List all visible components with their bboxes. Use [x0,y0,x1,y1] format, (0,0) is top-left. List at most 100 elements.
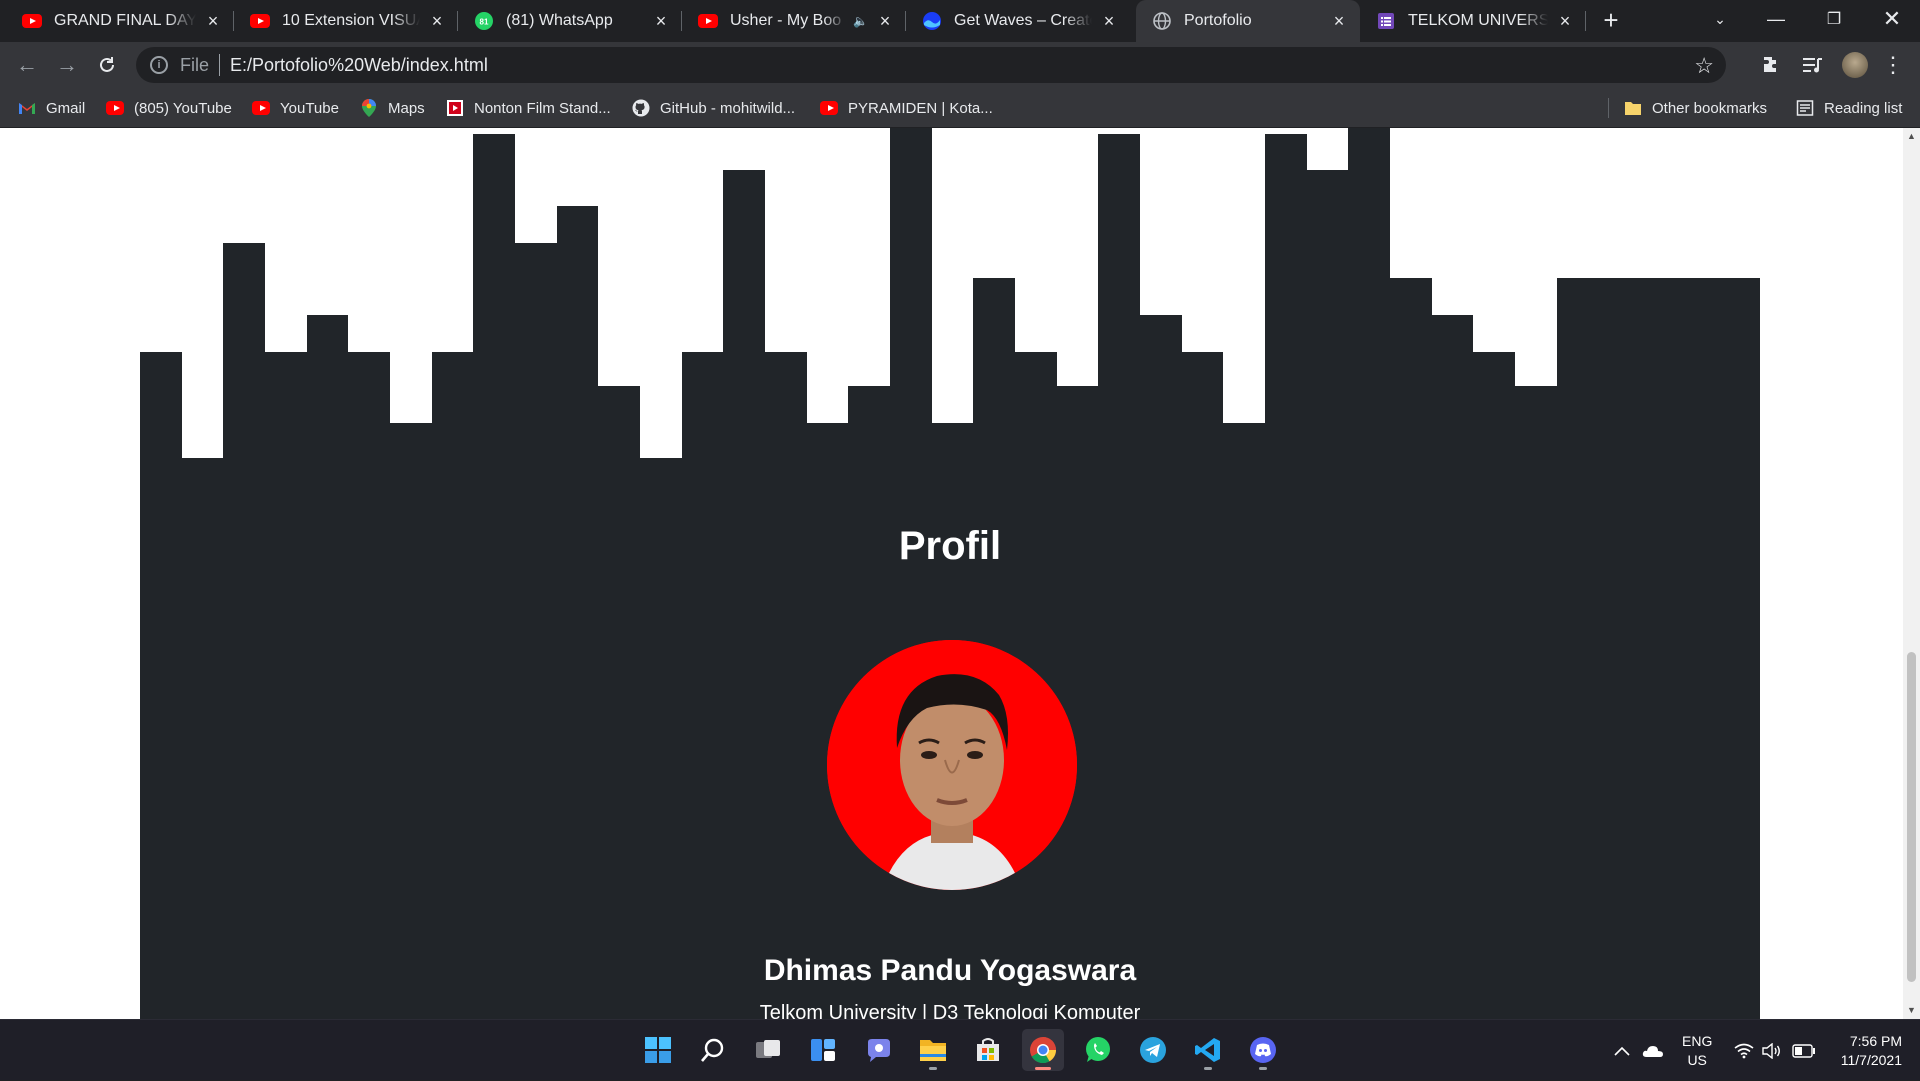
vscode-icon[interactable] [1187,1029,1229,1071]
reload-icon [100,57,114,72]
tray-chevron-up-icon[interactable] [1614,1020,1630,1081]
gmail-icon [18,99,36,117]
youtube-icon [252,99,270,117]
bookmark-youtube-805[interactable]: (805) YouTube [106,88,232,128]
restore-button[interactable]: ❐ [1806,0,1862,38]
bookmark-label: YouTube [280,99,339,117]
media-control-icon[interactable] [1798,50,1828,80]
start-icon[interactable] [637,1029,679,1071]
tab-extension-visual[interactable]: 10 Extension VISUAL S × [234,0,458,42]
profile-subtitle: Telkom University | D3 Teknologi Kompute… [759,1002,1141,1019]
battery-icon[interactable] [1792,1020,1816,1081]
menu-icon[interactable]: ⋮ [1878,50,1908,80]
maps-icon [360,99,378,117]
teams-chat-icon[interactable] [857,1029,899,1071]
close-icon[interactable]: × [1556,12,1574,30]
folder-icon [1624,99,1642,117]
waves-icon [922,11,942,31]
chrome-icon[interactable] [1022,1029,1064,1071]
city-skyline-wave [140,128,1760,458]
youtube-icon [250,11,270,31]
store-icon[interactable] [967,1029,1009,1071]
extensions-icon[interactable] [1756,50,1786,80]
tab-whatsapp[interactable]: 81 (81) WhatsApp × [458,0,682,42]
url-text[interactable]: E:/Portofolio%20Web/index.html [230,55,488,76]
bookmarks-bar: Gmail (805) YouTube YouTube Maps Nonton … [0,88,1920,128]
bookmark-youtube[interactable]: YouTube [252,88,339,128]
clock[interactable]: 7:56 PM 11/7/2021 [1830,1032,1902,1070]
close-window-button[interactable]: ✕ [1864,0,1920,38]
volume-icon[interactable] [1762,1020,1782,1081]
whatsapp-icon: 81 [474,11,494,31]
tab-telkom[interactable]: TELKOM UNIVERSITY × [1360,0,1586,42]
bookmark-label: PYRAMIDEN | Kota... [848,99,993,117]
close-icon[interactable]: × [428,12,446,30]
reading-list[interactable]: Reading list [1796,88,1902,128]
forward-button[interactable]: → [52,50,82,80]
bookmark-label: Reading list [1824,99,1903,117]
youtube-icon [22,11,42,31]
scroll-down-arrow-icon[interactable]: ▼ [1903,1002,1920,1019]
language-code: ENG [1682,1033,1713,1049]
file-explorer-icon[interactable] [912,1029,954,1071]
close-icon[interactable]: × [652,12,670,30]
tab-usher[interactable]: Usher - My Boo ( 🔈 × [682,0,906,42]
bookmark-label: Other bookmarks [1652,99,1768,117]
youtube-icon [106,99,124,117]
tab-strip: GRAND FINAL DAY 3 | × 10 Extension VISUA… [0,0,1920,42]
tab-grand-final[interactable]: GRAND FINAL DAY 3 | × [0,0,234,42]
clock-date: 11/7/2021 [1840,1052,1902,1068]
close-icon[interactable]: × [204,12,222,30]
tab-get-waves[interactable]: Get Waves – Create S × [906,0,1130,42]
discord-icon[interactable] [1242,1029,1284,1071]
tab-portofolio[interactable]: Portofolio × [1136,0,1360,42]
tab-search-chevron-icon[interactable]: ⌄ [1692,0,1748,38]
svg-text:81: 81 [480,18,489,27]
youtube-icon [820,99,838,117]
address-bar[interactable]: i File E:/Portofolio%20Web/index.html ☆ [136,47,1726,83]
site-info-icon[interactable]: i [150,56,168,74]
film-icon [446,99,464,117]
language-indicator[interactable]: ENG US [1682,1032,1712,1070]
scroll-thumb[interactable] [1907,652,1916,982]
browser-toolbar: ← → i File E:/Portofolio%20Web/index.htm… [0,42,1920,88]
wifi-icon[interactable] [1734,1020,1754,1081]
close-icon[interactable]: × [876,12,894,30]
profile-avatar[interactable] [1842,52,1868,78]
telegram-icon[interactable] [1132,1029,1174,1071]
widgets-icon[interactable] [802,1029,844,1071]
minimize-button[interactable]: — [1748,0,1804,38]
bookmark-pyramiden[interactable]: PYRAMIDEN | Kota... [820,88,993,128]
bookmark-label: Gmail [46,99,86,117]
bookmark-nonton-film[interactable]: Nonton Film Stand... [446,88,611,128]
page-scrollbar[interactable]: ▲ ▼ [1903,128,1920,1019]
clock-time: 7:56 PM [1849,1033,1902,1049]
reload-button[interactable] [92,50,122,80]
close-icon[interactable]: × [1100,12,1118,30]
bookmark-label: Nonton Film Stand... [474,99,611,117]
page-viewport: Profil Dhimas Pandu Yogaswara Telkom Uni… [0,128,1903,1019]
windows-taskbar: ENG US 7:56 PM 11/7/2021 [0,1019,1920,1080]
new-tab-button[interactable]: + [1598,7,1624,34]
bookmark-github[interactable]: GitHub - mohitwild... [632,88,795,128]
speaker-icon[interactable]: 🔈 [853,14,868,28]
close-icon[interactable]: × [1330,12,1348,30]
bookmark-star-icon[interactable]: ☆ [1694,53,1714,79]
bookmark-label: GitHub - mohitwild... [660,99,796,117]
tab-title: Usher - My Boo ( [730,12,848,29]
language-region: US [1687,1052,1707,1068]
tab-title: TELKOM UNIVERSITY [1408,12,1548,29]
tab-title: Portofolio [1184,12,1252,29]
whatsapp-icon[interactable] [1077,1029,1119,1071]
back-button[interactable]: ← [12,50,42,80]
task-view-icon[interactable] [747,1029,789,1071]
bookmark-gmail[interactable]: Gmail [18,88,85,128]
search-icon[interactable] [692,1029,734,1071]
youtube-icon [698,11,718,31]
onedrive-icon[interactable] [1642,1020,1664,1081]
bookmark-maps[interactable]: Maps [360,88,425,128]
bookmark-label: Maps [388,99,425,117]
other-bookmarks[interactable]: Other bookmarks [1624,88,1767,128]
bookmark-label: (805) YouTube [134,99,232,117]
scroll-up-arrow-icon[interactable]: ▲ [1903,128,1920,145]
